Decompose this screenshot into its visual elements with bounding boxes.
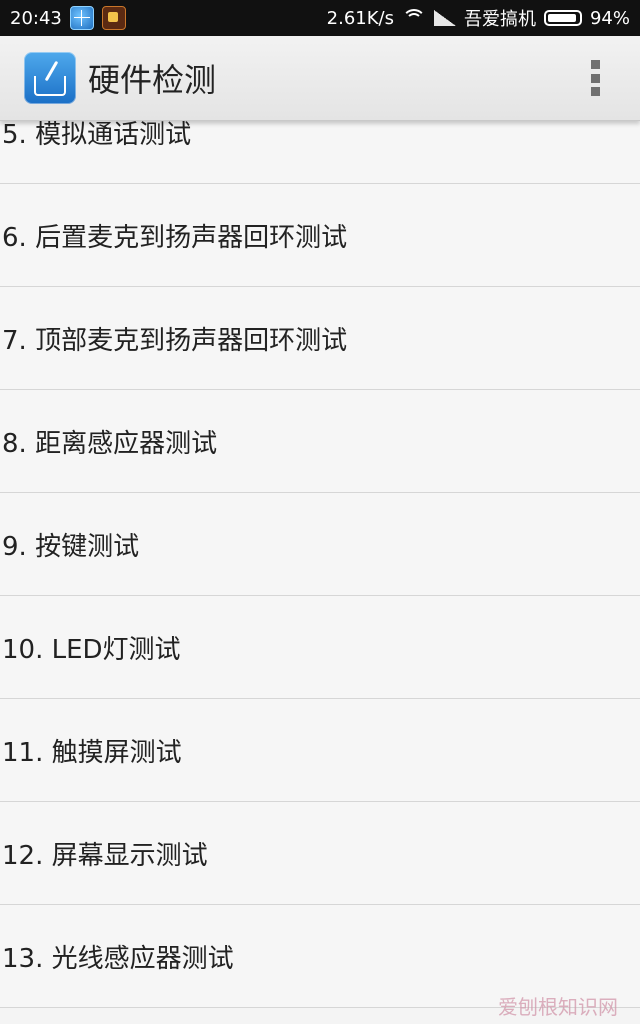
signal-icon: [433, 10, 456, 26]
test-item-9[interactable]: 9. 按键测试: [0, 493, 640, 596]
wifi-icon: [401, 9, 426, 27]
test-item-7[interactable]: 7. 顶部麦克到扬声器回环测试: [0, 287, 640, 390]
overflow-menu-icon[interactable]: [590, 60, 600, 96]
app-notification-icon: [101, 6, 126, 30]
status-bar-left: 20:43: [10, 6, 126, 30]
test-list: 5. 模拟通话测试 6. 后置麦克到扬声器回环测试 7. 顶部麦克到扬声器回环测…: [0, 81, 640, 1008]
page-title: 硬件检测: [88, 61, 217, 99]
app-bar: 硬件检测: [0, 36, 640, 121]
test-item-10[interactable]: 10. LED灯测试: [0, 596, 640, 699]
test-item-8[interactable]: 8. 距离感应器测试: [0, 390, 640, 493]
app-logo-icon: [24, 52, 76, 104]
test-item-6[interactable]: 6. 后置麦克到扬声器回环测试: [0, 184, 640, 287]
battery-percent: 94%: [589, 7, 630, 29]
battery-icon: [543, 10, 582, 26]
test-item-11[interactable]: 11. 触摸屏测试: [0, 699, 640, 802]
test-item-12[interactable]: 12. 屏幕显示测试: [0, 802, 640, 905]
watermark: 爱刨根知识网: [498, 995, 618, 1019]
browser-notification-icon: [69, 6, 94, 30]
status-bar: 20:43 2.61K/s 吾爱搞机 94%: [0, 0, 640, 36]
status-time: 20:43: [10, 7, 62, 29]
carrier-name: 吾爱搞机: [463, 9, 536, 30]
network-speed: 2.61K/s: [326, 7, 394, 29]
battery-fill: [547, 14, 577, 22]
status-bar-right: 2.61K/s 吾爱搞机 94%: [327, 5, 630, 31]
